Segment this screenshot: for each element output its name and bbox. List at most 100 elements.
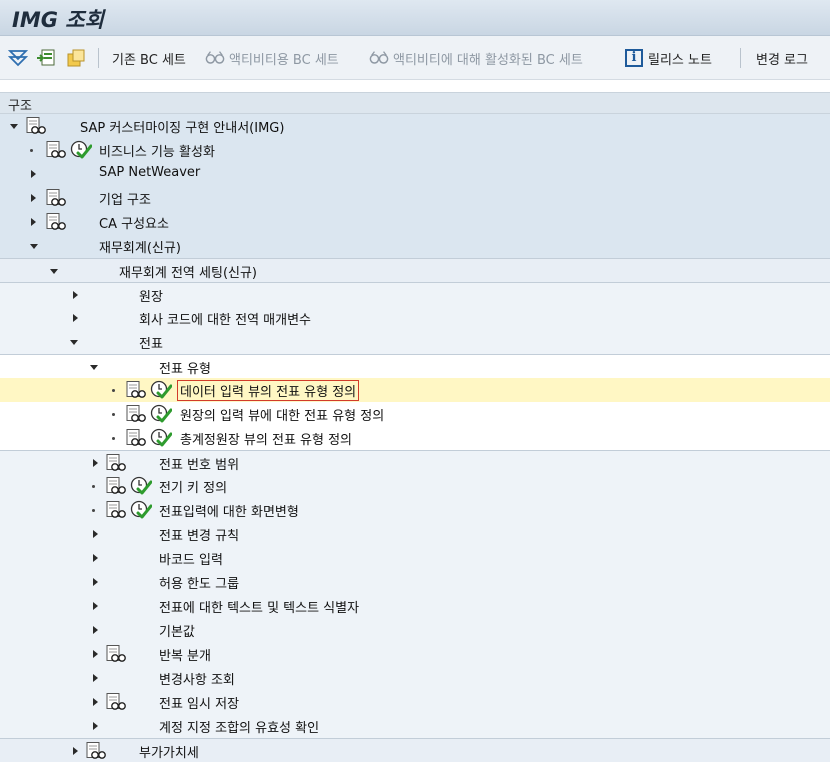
tree-node-label[interactable]: 재무회계(신규): [99, 237, 181, 256]
collapse-icon[interactable]: [88, 355, 100, 379]
tree-node[interactable]: 전기 키 정의: [0, 474, 830, 498]
tree-node[interactable]: 총계정원장 뷰의 전표 유형 정의: [0, 426, 830, 450]
execute-activity-icon[interactable]: [150, 380, 172, 400]
collapse-icon[interactable]: [28, 234, 40, 258]
tree-node[interactable]: 재무회계 전역 세팅(신규): [0, 258, 830, 282]
documentation-icon[interactable]: [106, 477, 126, 495]
tree-node[interactable]: 회사 코드에 대한 전역 매개변수: [0, 306, 830, 330]
tree-node-label[interactable]: 비즈니스 기능 활성화: [99, 141, 215, 160]
tree-node[interactable]: 전표 유형: [0, 354, 830, 378]
tree-node[interactable]: 전표 변경 규칙: [0, 522, 830, 546]
expand-icon[interactable]: [90, 570, 102, 594]
execute-activity-icon[interactable]: [130, 500, 152, 520]
documentation-icon[interactable]: [26, 117, 46, 135]
tree-node-label[interactable]: 반복 분개: [159, 645, 211, 664]
execute-activity-icon[interactable]: [70, 140, 92, 160]
tree-node-label[interactable]: 총계정원장 뷰의 전표 유형 정의: [180, 429, 352, 448]
tree-node-label[interactable]: 기업 구조: [99, 189, 151, 208]
expand-icon[interactable]: [90, 522, 102, 546]
tree-node-label[interactable]: SAP NetWeaver: [99, 165, 200, 180]
expand-icon[interactable]: [70, 283, 82, 307]
tree-node[interactable]: 전표 번호 범위: [0, 450, 830, 474]
collapse-icon[interactable]: [48, 259, 60, 283]
tree-node-label[interactable]: 회사 코드에 대한 전역 매개변수: [139, 309, 311, 328]
tree-node[interactable]: 비즈니스 기능 활성화: [0, 138, 830, 162]
tree-node-label[interactable]: 전표 유형: [159, 358, 211, 377]
collapse-icon[interactable]: [8, 114, 20, 138]
expand-icon[interactable]: [90, 642, 102, 666]
expand-icon[interactable]: [28, 210, 40, 234]
tree-node[interactable]: 재무회계(신규): [0, 234, 830, 258]
tree-node-label[interactable]: 전표 임시 저장: [159, 693, 239, 712]
expand-icon[interactable]: [70, 306, 82, 330]
tree-node-label[interactable]: 전표: [139, 333, 163, 352]
tree-node[interactable]: 원장: [0, 282, 830, 306]
tree-node[interactable]: SAP NetWeaver: [0, 162, 830, 186]
tree-node[interactable]: 전표에 대한 텍스트 및 텍스트 식별자: [0, 594, 830, 618]
tree-node-label[interactable]: 재무회계 전역 세팅(신규): [119, 262, 257, 281]
execute-activity-icon[interactable]: [150, 428, 172, 448]
expand-icon[interactable]: [90, 594, 102, 618]
tree-node-label[interactable]: 전표에 대한 텍스트 및 텍스트 식별자: [159, 597, 359, 616]
documentation-icon[interactable]: [106, 645, 126, 663]
documentation-icon[interactable]: [126, 429, 146, 447]
release-notes-button[interactable]: i 릴리스 노트: [624, 45, 712, 71]
documentation-icon[interactable]: [106, 454, 126, 472]
tree-node-label[interactable]: 바코드 입력: [159, 549, 223, 568]
subtree-button[interactable]: [36, 45, 56, 71]
expand-icon[interactable]: [90, 618, 102, 642]
tree-node-label[interactable]: 데이터 입력 뷰의 전표 유형 정의: [177, 380, 360, 401]
tree-node-selected[interactable]: 데이터 입력 뷰의 전표 유형 정의: [0, 378, 830, 402]
tree-node-label[interactable]: 계정 지정 조합의 유효성 확인: [159, 717, 319, 736]
documentation-icon[interactable]: [106, 693, 126, 711]
expand-all-button[interactable]: [8, 45, 28, 71]
tree-node[interactable]: 전표입력에 대한 화면변형: [0, 498, 830, 522]
tree-node-label[interactable]: 원장의 입력 뷰에 대한 전표 유형 정의: [180, 405, 384, 424]
tree-node[interactable]: 부가가치세: [0, 738, 830, 762]
activated-bc-sets-button[interactable]: 액티비티에 대해 활성화된 BC 세트: [369, 45, 583, 71]
tree-node[interactable]: 변경사항 조회: [0, 666, 830, 690]
documentation-icon[interactable]: [126, 405, 146, 423]
change-log-button[interactable]: 변경 로그: [756, 45, 808, 71]
tree-node-label[interactable]: 원장: [139, 286, 163, 305]
expand-icon[interactable]: [90, 546, 102, 570]
activity-bc-sets-button[interactable]: 액티비티용 BC 세트: [205, 45, 339, 71]
documentation-icon[interactable]: [46, 141, 66, 159]
execute-activity-icon[interactable]: [150, 404, 172, 424]
documentation-icon[interactable]: [46, 189, 66, 207]
tree-node-label[interactable]: 전표 번호 범위: [159, 454, 239, 473]
tree-node[interactable]: 계정 지정 조합의 유효성 확인: [0, 714, 830, 738]
tree-node-label[interactable]: 부가가치세: [139, 742, 199, 761]
tree-node-label[interactable]: SAP 커스터마이징 구현 안내서(IMG): [80, 117, 284, 136]
expand-icon[interactable]: [70, 739, 82, 763]
expand-icon[interactable]: [90, 690, 102, 714]
tree-node[interactable]: SAP 커스터마이징 구현 안내서(IMG): [0, 114, 830, 138]
expand-icon[interactable]: [28, 186, 40, 210]
tree-node-label[interactable]: 전표입력에 대한 화면변형: [159, 501, 299, 520]
expand-icon[interactable]: [90, 666, 102, 690]
expand-icon[interactable]: [90, 714, 102, 738]
existing-bc-sets-button[interactable]: 기존 BC 세트: [112, 45, 186, 71]
tree-node[interactable]: 전표: [0, 330, 830, 354]
tree-node[interactable]: 기업 구조: [0, 186, 830, 210]
tree-node-label[interactable]: 변경사항 조회: [159, 669, 235, 688]
tree-node[interactable]: 원장의 입력 뷰에 대한 전표 유형 정의: [0, 402, 830, 426]
documentation-icon[interactable]: [106, 501, 126, 519]
tree-node[interactable]: 반복 분개: [0, 642, 830, 666]
tree-node-label[interactable]: 기본값: [159, 621, 195, 640]
copy-node-button[interactable]: [66, 45, 86, 71]
tree-node-label[interactable]: 허용 한도 그룹: [159, 573, 239, 592]
tree-node-label[interactable]: 전기 키 정의: [159, 477, 227, 496]
expand-icon[interactable]: [90, 451, 102, 475]
execute-activity-icon[interactable]: [130, 476, 152, 496]
collapse-icon[interactable]: [68, 330, 80, 354]
tree-node[interactable]: 바코드 입력: [0, 546, 830, 570]
tree-node[interactable]: CA 구성요소: [0, 210, 830, 234]
expand-icon[interactable]: [28, 162, 40, 186]
tree-node-label[interactable]: CA 구성요소: [99, 213, 169, 232]
tree-node[interactable]: 허용 한도 그룹: [0, 570, 830, 594]
tree-node[interactable]: 전표 임시 저장: [0, 690, 830, 714]
documentation-icon[interactable]: [86, 742, 106, 760]
documentation-icon[interactable]: [46, 213, 66, 231]
tree-node-label[interactable]: 전표 변경 규칙: [159, 525, 239, 544]
